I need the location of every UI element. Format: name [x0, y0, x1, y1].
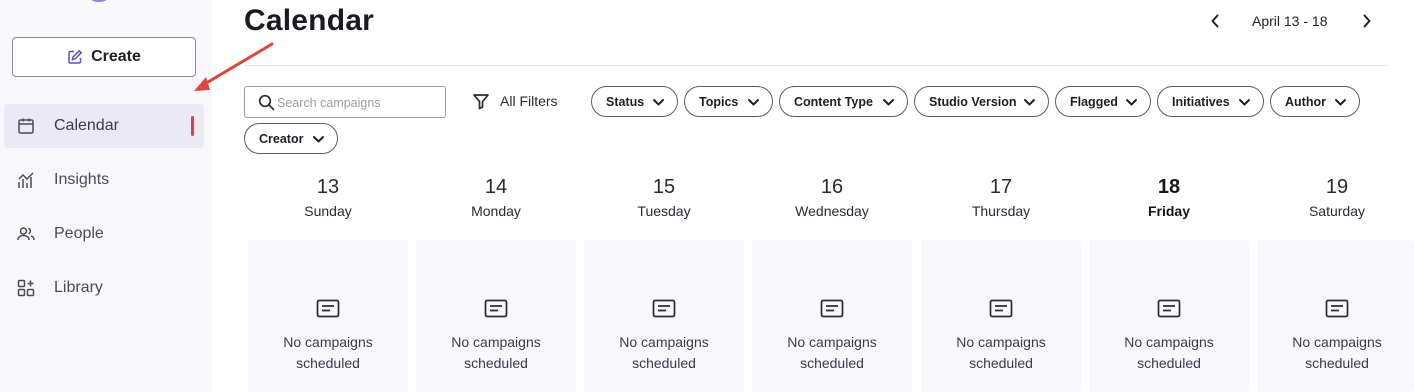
filter-chip-creator[interactable]: Creator — [244, 123, 338, 154]
day-cell-saturday[interactable]: No campaigns scheduled — [1257, 240, 1414, 392]
chevron-right-icon — [1363, 14, 1371, 28]
chevron-down-icon — [1024, 99, 1035, 106]
sidebar-item-label: Insights — [54, 171, 110, 188]
day-number: 17 — [989, 176, 1013, 198]
day-number: 16 — [820, 176, 844, 198]
filter-chip-topics[interactable]: Topics — [684, 86, 773, 117]
message-icon — [820, 299, 844, 318]
chevron-down-icon — [1335, 99, 1346, 106]
next-week-button[interactable] — [1354, 8, 1380, 34]
search-input[interactable] — [277, 93, 437, 113]
day-name: Saturday — [1308, 203, 1366, 219]
empty-state: No campaigns scheduled — [283, 334, 373, 371]
create-button-label: Create — [91, 48, 141, 65]
sidebar-item-label: Calendar — [54, 117, 119, 134]
message-icon — [989, 299, 1013, 318]
sidebar-item-label: People — [54, 225, 104, 242]
empty-state: No campaigns scheduled — [451, 334, 541, 371]
day-header-sunday[interactable]: 13 Sunday — [248, 174, 408, 222]
empty-state: No campaigns scheduled — [956, 334, 1046, 371]
empty-state: No campaigns scheduled — [787, 334, 877, 371]
day-header-saturday[interactable]: 19 Saturday — [1257, 174, 1414, 222]
chevron-down-icon — [1126, 99, 1137, 106]
chevron-down-icon — [883, 99, 894, 106]
chip-label: Studio Version — [929, 94, 1017, 109]
chip-label: Flagged — [1070, 94, 1118, 109]
filter-chip-flagged[interactable]: Flagged — [1055, 86, 1151, 117]
active-indicator — [191, 116, 194, 136]
search-box[interactable] — [244, 86, 446, 118]
sidebar-item-calendar[interactable]: Calendar — [4, 104, 204, 148]
message-icon — [1325, 299, 1349, 318]
date-range: April 13 - 18 — [1252, 13, 1328, 29]
all-filters-button[interactable]: All Filters — [472, 92, 558, 110]
logo[interactable] — [88, 0, 110, 2]
chevron-down-icon — [653, 99, 664, 106]
empty-state: No campaigns scheduled — [1124, 334, 1214, 371]
day-number: 14 — [484, 176, 508, 198]
sidebar-item-label: Library — [54, 279, 103, 296]
chevron-down-icon — [748, 99, 759, 106]
day-name: Thursday — [971, 203, 1031, 219]
filter-chip-content-type[interactable]: Content Type — [779, 86, 908, 117]
message-icon — [652, 299, 676, 318]
day-cell-friday[interactable]: No campaigns scheduled — [1089, 240, 1249, 392]
edit-icon — [68, 49, 83, 64]
chip-label: Topics — [699, 94, 739, 109]
chip-label: Author — [1285, 94, 1326, 109]
empty-state: No campaigns scheduled — [619, 334, 709, 371]
all-filters-label: All Filters — [500, 93, 558, 109]
filter-chip-author[interactable]: Author — [1270, 86, 1360, 117]
filter-icon — [473, 94, 489, 110]
insights-icon — [18, 172, 34, 188]
day-header-thursday[interactable]: 17 Thursday — [921, 174, 1081, 222]
calendar-icon — [18, 118, 34, 134]
sidebar-item-insights[interactable]: Insights — [4, 158, 204, 202]
day-name: Monday — [471, 203, 521, 219]
day-number: 15 — [652, 176, 676, 198]
message-icon — [484, 299, 508, 318]
empty-state: No campaigns scheduled — [1292, 334, 1382, 371]
day-header-monday[interactable]: 14 Monday — [416, 174, 576, 222]
day-number: 19 — [1325, 176, 1349, 198]
day-header-tuesday[interactable]: 15 Tuesday — [584, 174, 744, 222]
chip-label: Content Type — [794, 94, 873, 109]
day-cell-tuesday[interactable]: No campaigns scheduled — [584, 240, 744, 392]
chevron-down-icon — [1239, 99, 1250, 106]
day-cell-thursday[interactable]: No campaigns scheduled — [921, 240, 1081, 392]
chip-label: Initiatives — [1172, 94, 1230, 109]
chip-label: Creator — [259, 131, 304, 146]
search-icon — [258, 94, 275, 111]
day-cell-wednesday[interactable]: No campaigns scheduled — [752, 240, 912, 392]
day-header-wednesday[interactable]: 16 Wednesday — [752, 174, 912, 222]
page-title: Calendar — [244, 4, 374, 37]
chevron-down-icon — [313, 136, 324, 143]
filter-chip-studio-version[interactable]: Studio Version — [914, 86, 1049, 117]
message-icon — [316, 299, 340, 318]
day-name: Friday — [1147, 203, 1190, 219]
day-name: Wednesday — [795, 203, 869, 219]
message-icon — [1157, 299, 1181, 318]
day-name: Tuesday — [637, 203, 691, 219]
day-cell-monday[interactable]: No campaigns scheduled — [416, 240, 576, 392]
filter-chip-initiatives[interactable]: Initiatives — [1157, 86, 1264, 117]
day-number: 13 — [316, 176, 340, 198]
day-cell-sunday[interactable]: No campaigns scheduled — [248, 240, 408, 392]
day-number: 18 — [1157, 176, 1181, 198]
sidebar: Create Calendar Insights People Library — [0, 0, 212, 392]
chevron-left-icon — [1211, 14, 1219, 28]
day-name: Sunday — [304, 203, 352, 219]
previous-week-button[interactable] — [1202, 8, 1228, 34]
sidebar-item-people[interactable]: People — [4, 212, 204, 256]
sidebar-item-library[interactable]: Library — [4, 266, 204, 310]
day-header-friday[interactable]: 18 Friday — [1089, 174, 1249, 222]
people-icon — [17, 227, 35, 241]
filter-chip-status[interactable]: Status — [591, 86, 678, 117]
create-button[interactable]: Create — [12, 37, 196, 77]
library-icon — [17, 279, 35, 297]
chip-label: Status — [606, 94, 645, 109]
header-divider — [244, 65, 1389, 66]
